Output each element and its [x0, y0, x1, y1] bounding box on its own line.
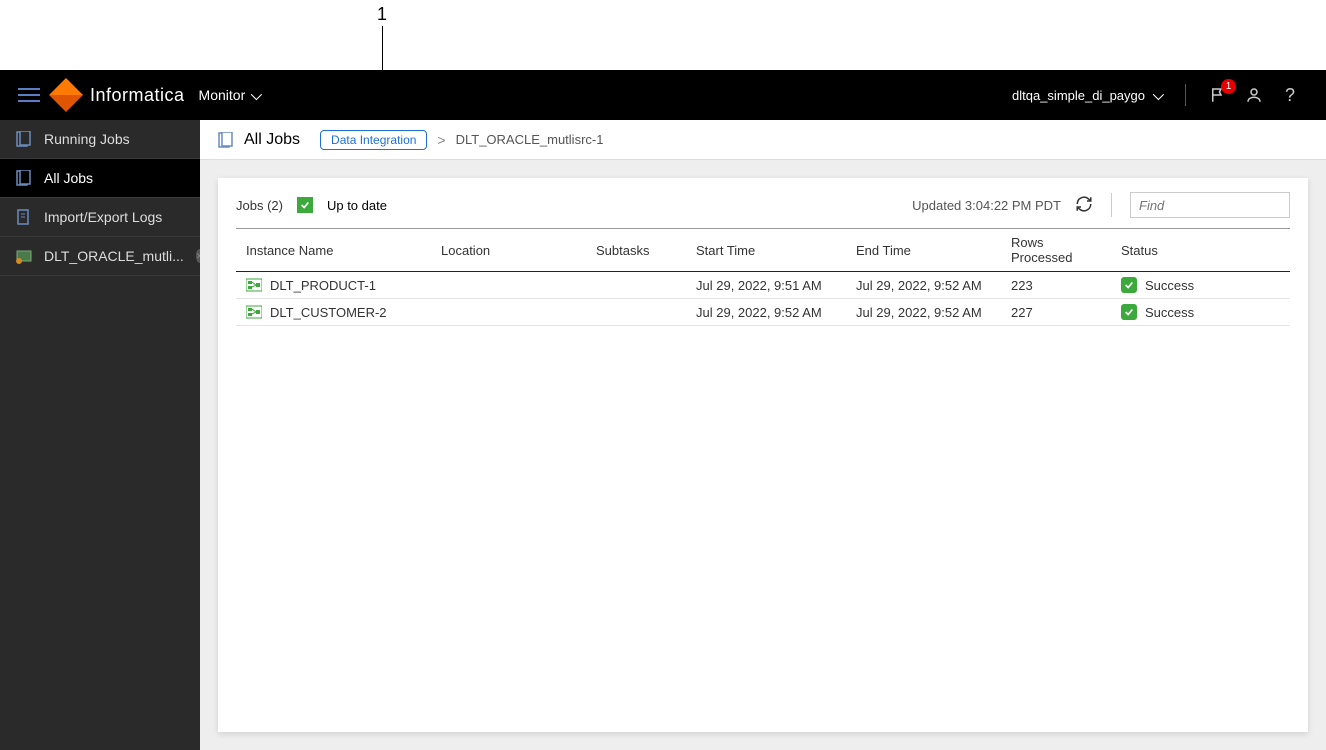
notifications-button[interactable]: 1: [1208, 85, 1228, 105]
jobs-count-label: Jobs (2): [236, 198, 283, 213]
jobs-icon: [16, 131, 32, 147]
cell-location: [431, 299, 586, 326]
sidebar-item-import-export-logs[interactable]: Import/Export Logs: [0, 198, 200, 237]
col-rows-processed[interactable]: Rows Processed: [1001, 229, 1111, 272]
annotation-region: 1: [0, 0, 1326, 70]
breadcrumb-current: DLT_ORACLE_mutlisrc-1: [456, 132, 604, 147]
cell-rows-processed: 223: [1001, 272, 1111, 299]
cell-end-time: Jul 29, 2022, 9:52 AM: [846, 272, 1001, 299]
breadcrumb-separator: >: [437, 132, 445, 148]
app-header: Informatica Monitor dltqa_simple_di_payg…: [0, 70, 1326, 120]
user-button[interactable]: [1244, 85, 1264, 105]
table-header-row: Instance Name Location Subtasks Start Ti…: [236, 229, 1290, 272]
col-end-time[interactable]: End Time: [846, 229, 1001, 272]
informatica-logo-icon: [49, 78, 83, 112]
cell-end-time: Jul 29, 2022, 9:52 AM: [846, 299, 1001, 326]
sidebar-item-label: Import/Export Logs: [44, 209, 162, 225]
chevron-down-icon: [251, 87, 259, 103]
table-row[interactable]: DLT_CUSTOMER-2 Jul 29, 2022, 9:52 AMJul 2…: [236, 299, 1290, 326]
col-start-time[interactable]: Start Time: [686, 229, 846, 272]
refresh-icon: [1075, 195, 1093, 213]
product-label: Monitor: [199, 87, 246, 103]
mapping-task-icon: [246, 304, 262, 320]
main-content: All Jobs Data Integration > DLT_ORACLE_m…: [200, 120, 1326, 750]
jobs-icon: [16, 170, 32, 186]
cell-subtasks: [586, 272, 686, 299]
col-subtasks[interactable]: Subtasks: [586, 229, 686, 272]
notification-badge: 1: [1221, 79, 1236, 94]
cell-start-time: Jul 29, 2022, 9:51 AM: [686, 272, 846, 299]
cell-rows-processed: 227: [1001, 299, 1111, 326]
cell-start-time: Jul 29, 2022, 9:52 AM: [686, 299, 846, 326]
mapping-task-icon: [246, 277, 262, 293]
menu-toggle-button[interactable]: [18, 84, 40, 106]
logs-icon: [16, 209, 32, 225]
product-switcher[interactable]: Monitor: [199, 87, 260, 103]
divider: [1111, 193, 1112, 217]
jobs-panel: Jobs (2) Up to date Updated 3:04:22 PM P…: [218, 178, 1308, 732]
org-label: dltqa_simple_di_paygo: [1012, 88, 1145, 103]
annotation-line: [382, 26, 383, 70]
help-icon: ?: [1285, 85, 1295, 106]
find-input[interactable]: [1131, 193, 1289, 217]
sidebar-item-all-jobs[interactable]: All Jobs: [0, 159, 200, 198]
table-row[interactable]: DLT_PRODUCT-1 Jul 29, 2022, 9:51 AMJul 29…: [236, 272, 1290, 299]
find-input-wrap: [1130, 192, 1290, 218]
col-instance-name[interactable]: Instance Name: [236, 229, 431, 272]
sidebar-item-label: All Jobs: [44, 170, 93, 186]
col-location[interactable]: Location: [431, 229, 586, 272]
uptodate-check-icon: [297, 197, 313, 213]
jobs-icon: [218, 132, 234, 148]
sidebar-item-label: DLT_ORACLE_mutli...: [44, 248, 184, 264]
breadcrumb-title: All Jobs: [244, 131, 300, 149]
updated-timestamp: Updated 3:04:22 PM PDT: [912, 198, 1061, 213]
sidebar-item-dlt-oracle[interactable]: DLT_ORACLE_mutli... ✕: [0, 237, 200, 276]
breadcrumb-chip[interactable]: Data Integration: [320, 130, 427, 150]
org-switcher[interactable]: dltqa_simple_di_paygo: [1012, 88, 1161, 103]
jobs-table: Instance Name Location Subtasks Start Ti…: [236, 228, 1290, 326]
sidebar-item-label: Running Jobs: [44, 131, 130, 147]
col-status[interactable]: Status: [1111, 229, 1290, 272]
help-button[interactable]: ?: [1280, 85, 1300, 105]
status-label: Success: [1145, 278, 1194, 293]
cell-subtasks: [586, 299, 686, 326]
brand-name: Informatica: [90, 85, 185, 106]
success-check-icon: [1121, 304, 1137, 320]
breadcrumb-bar: All Jobs Data Integration > DLT_ORACLE_m…: [200, 120, 1326, 160]
sidebar-nav: Running Jobs All Jobs Import/Export Logs…: [0, 120, 200, 750]
status-label: Success: [1145, 305, 1194, 320]
task-icon: [16, 248, 32, 264]
annotation-number: 1: [377, 4, 387, 25]
sidebar-item-running-jobs[interactable]: Running Jobs: [0, 120, 200, 159]
cell-location: [431, 272, 586, 299]
chevron-down-icon: [1153, 88, 1161, 103]
uptodate-label: Up to date: [327, 198, 387, 213]
user-icon: [1245, 86, 1263, 104]
instance-name: DLT_CUSTOMER-2: [270, 305, 387, 320]
panel-header: Jobs (2) Up to date Updated 3:04:22 PM P…: [236, 192, 1290, 218]
success-check-icon: [1121, 277, 1137, 293]
divider: [1185, 84, 1186, 106]
refresh-button[interactable]: [1075, 195, 1093, 216]
instance-name: DLT_PRODUCT-1: [270, 278, 376, 293]
